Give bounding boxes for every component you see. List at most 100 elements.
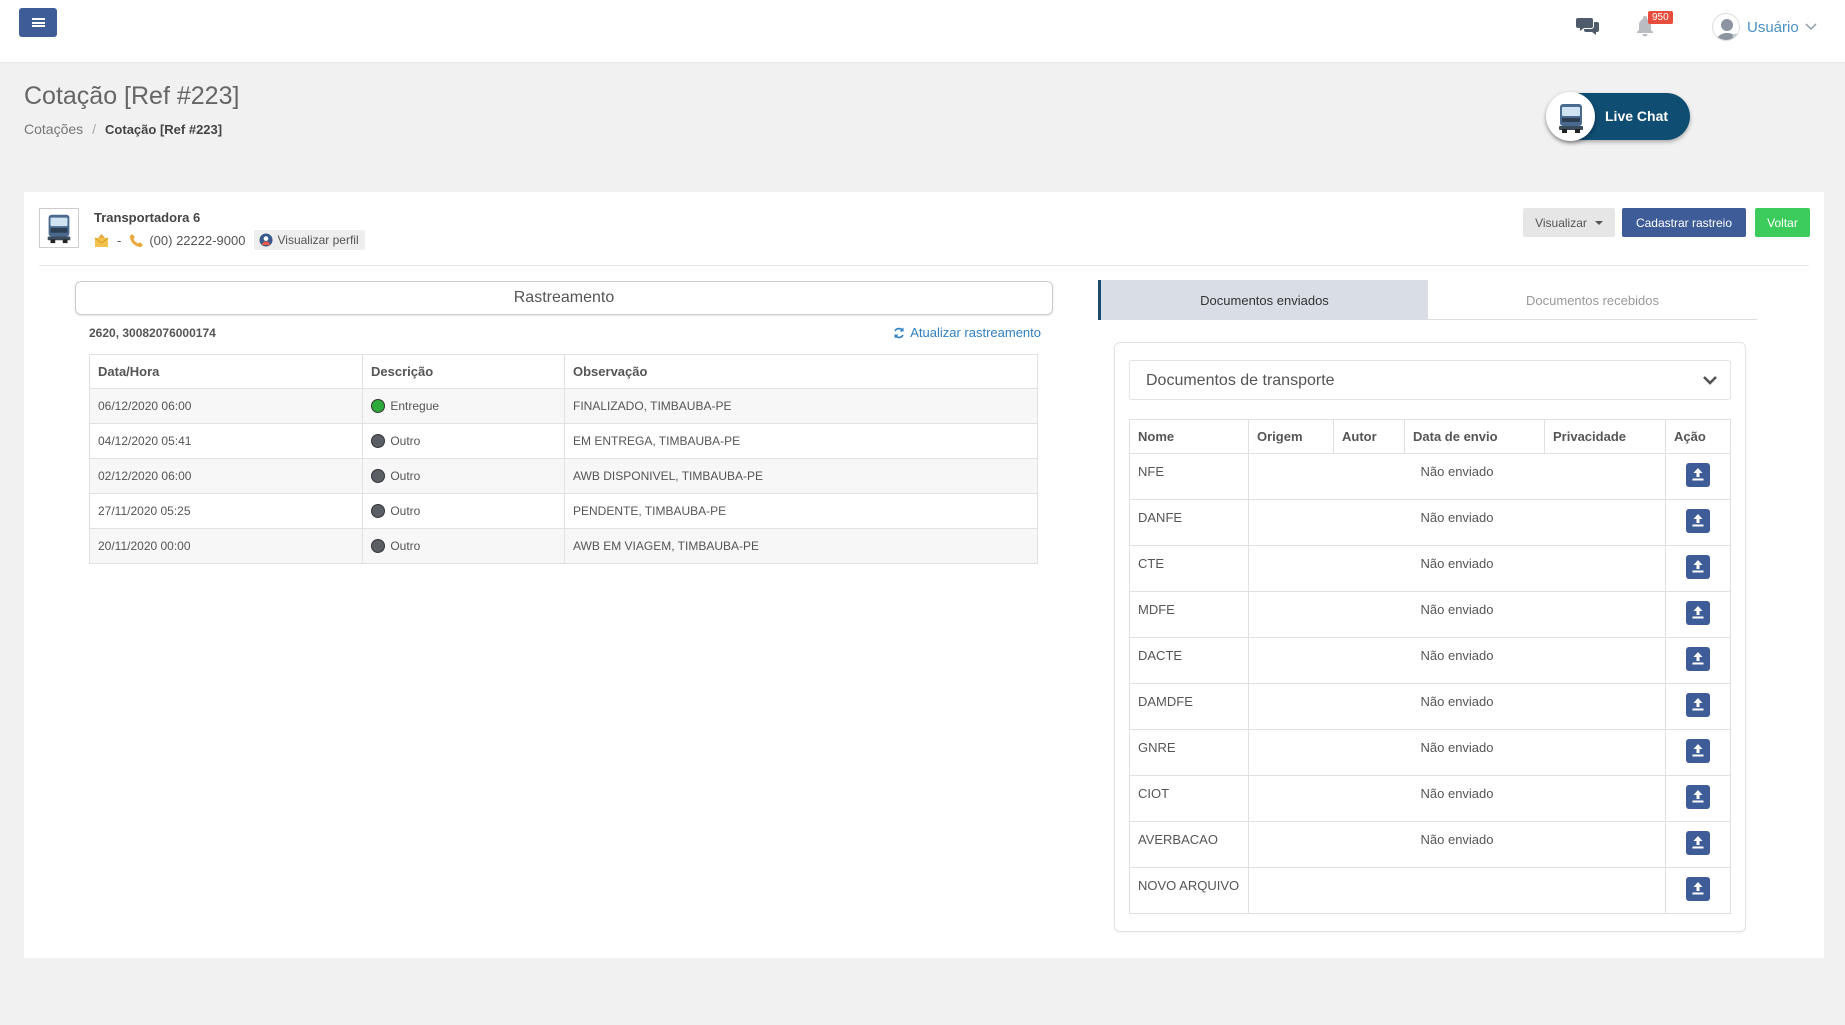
tracking-datetime: 20/11/2020 00:00 <box>89 528 363 564</box>
document-action <box>1665 499 1731 546</box>
breadcrumb-separator: / <box>92 121 97 137</box>
documents-section-header[interactable]: Documentos de transporte <box>1129 360 1731 400</box>
refresh-tracking-link[interactable]: Atualizar rastreamento <box>893 325 1041 340</box>
document-name: DACTE <box>1129 637 1249 684</box>
document-action <box>1665 591 1731 638</box>
email-icon[interactable] <box>94 233 109 248</box>
upload-button[interactable] <box>1686 601 1710 625</box>
user-menu[interactable]: Usuário <box>1712 13 1817 41</box>
table-row: DAMDFE Não enviado <box>1129 683 1731 730</box>
upload-button[interactable] <box>1686 555 1710 579</box>
chevron-down-icon <box>1805 23 1817 31</box>
tracking-note: AWB DISPONIVEL, TIMBAUBA-PE <box>564 458 1038 494</box>
document-status: Não enviado <box>1248 499 1666 546</box>
hamburger-menu-button[interactable] <box>19 8 57 37</box>
upload-button[interactable] <box>1686 877 1710 901</box>
tracking-status: Outro <box>362 528 565 564</box>
truck-icon <box>47 214 71 244</box>
column-header: Nome <box>1129 419 1249 454</box>
document-status: Não enviado <box>1248 775 1666 822</box>
document-action <box>1665 821 1731 868</box>
document-name: DAMDFE <box>1129 683 1249 730</box>
document-status: Não enviado <box>1248 591 1666 638</box>
view-dropdown-button[interactable]: Visualizar <box>1523 208 1615 237</box>
contact-separator: - <box>117 232 122 248</box>
documents-panel: Documentos de transporte Nome Origem Aut… <box>1114 342 1746 932</box>
back-button[interactable]: Voltar <box>1755 208 1810 237</box>
table-row: GNRE Não enviado <box>1129 729 1731 776</box>
column-header: Autor <box>1333 419 1405 454</box>
view-dropdown-label: Visualizar <box>1535 215 1587 230</box>
live-chat-button[interactable]: Live Chat <box>1546 92 1690 141</box>
upload-button[interactable] <box>1686 509 1710 533</box>
tracking-table: Data/Hora Descrição Observação 06/12/202… <box>89 354 1038 564</box>
avatar <box>1712 13 1740 41</box>
status-dot-icon <box>371 398 385 413</box>
documents-tabs: Documentos enviados Documentos recebidos <box>1098 280 1757 320</box>
profile-icon <box>259 233 274 247</box>
table-row: DANFE Não enviado <box>1129 499 1731 546</box>
upload-button[interactable] <box>1686 831 1710 855</box>
carrier-phone: (00) 22222-9000 <box>149 232 246 248</box>
tracking-note: AWB EM VIAGEM, TIMBAUBA-PE <box>564 528 1038 564</box>
document-action <box>1665 683 1731 730</box>
documents-table: Nome Origem Autor Data de envio Privacid… <box>1129 419 1731 914</box>
tracking-status: Outro <box>362 458 565 494</box>
document-status: Não enviado <box>1248 729 1666 776</box>
refresh-icon <box>894 327 904 338</box>
table-row: NFE Não enviado <box>1129 453 1731 500</box>
document-action <box>1665 545 1731 592</box>
register-tracking-button[interactable]: Cadastrar rastreio <box>1622 208 1746 237</box>
tracking-status: Outro <box>362 423 565 459</box>
page-title: Cotação [Ref #223] <box>24 82 240 110</box>
tracking-status-label: Outro <box>390 539 421 553</box>
document-action <box>1665 867 1731 914</box>
carrier-name: Transportadora 6 <box>94 210 201 225</box>
documents-section-title: Documentos de transporte <box>1146 372 1335 389</box>
comments-icon[interactable] <box>1576 15 1600 37</box>
caret-down-icon <box>1594 220 1603 225</box>
column-header: Descrição <box>362 354 565 389</box>
status-dot-icon <box>371 503 385 518</box>
table-header-row: Nome Origem Autor Data de envio Privacid… <box>1129 419 1731 454</box>
live-chat-label: Live Chat <box>1605 108 1669 124</box>
column-header: Ação <box>1665 419 1731 454</box>
tracking-note: EM ENTREGA, TIMBAUBA-PE <box>564 423 1038 459</box>
document-name: GNRE <box>1129 729 1249 776</box>
document-status: Não enviado <box>1248 545 1666 592</box>
breadcrumb-link-cotacoes[interactable]: Cotações <box>24 121 83 137</box>
table-row: AVERBACAO Não enviado <box>1129 821 1731 868</box>
upload-button[interactable] <box>1686 739 1710 763</box>
upload-button[interactable] <box>1686 647 1710 671</box>
document-action <box>1665 637 1731 684</box>
upload-button[interactable] <box>1686 785 1710 809</box>
notification-badge[interactable]: 950 <box>1648 11 1673 24</box>
tracking-status: Outro <box>362 493 565 529</box>
document-name: NFE <box>1129 453 1249 500</box>
document-name: AVERBACAO <box>1129 821 1249 868</box>
column-header: Origem <box>1248 419 1334 454</box>
tracking-note: FINALIZADO, TIMBAUBA-PE <box>564 388 1038 424</box>
tab-documentos-enviados[interactable]: Documentos enviados <box>1098 280 1428 320</box>
document-status: Não enviado <box>1248 821 1666 868</box>
document-name: DANFE <box>1129 499 1249 546</box>
refresh-tracking-label: Atualizar rastreamento <box>910 325 1041 340</box>
upload-button[interactable] <box>1686 693 1710 717</box>
tracking-datetime: 02/12/2020 06:00 <box>89 458 363 494</box>
tab-documentos-recebidos[interactable]: Documentos recebidos <box>1428 280 1757 320</box>
view-profile-button[interactable]: Visualizar perfil <box>254 230 365 250</box>
table-row: NOVO ARQUIVO <box>1129 867 1731 914</box>
tracking-datetime: 04/12/2020 05:41 <box>89 423 363 459</box>
tracking-status-label: Entregue <box>390 399 440 413</box>
column-header: Privacidade <box>1544 419 1666 454</box>
phone-icon <box>130 233 144 247</box>
top-bar: 950 Usuário <box>0 0 1845 63</box>
status-dot-icon <box>371 468 385 483</box>
user-name[interactable]: Usuário <box>1747 19 1799 36</box>
menu-icon <box>31 18 45 27</box>
upload-button[interactable] <box>1686 463 1710 487</box>
table-row: 04/12/2020 05:41 Outro EM ENTREGA, TIMBAU… <box>89 423 1038 459</box>
table-row: 27/11/2020 05:25 Outro PENDENTE, TIMBAUBA… <box>89 493 1038 529</box>
table-row: MDFE Não enviado <box>1129 591 1731 638</box>
tracking-status-label: Outro <box>390 469 421 483</box>
